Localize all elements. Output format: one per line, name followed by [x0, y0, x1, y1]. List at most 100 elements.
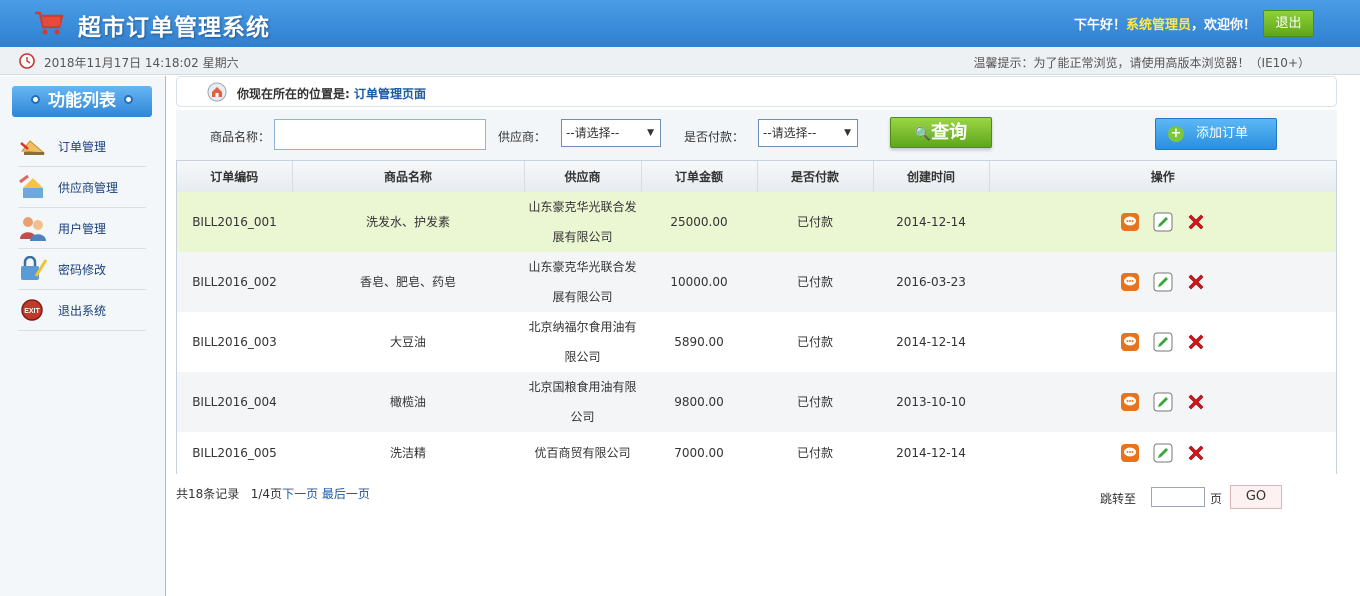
- product-name-input[interactable]: [274, 119, 486, 150]
- jump-label: 跳转至: [1100, 492, 1137, 506]
- total-records: 共18条记录: [176, 487, 240, 501]
- amount-cell: 7000.00: [641, 432, 757, 474]
- actions-cell: [989, 252, 1336, 312]
- breadcrumb-location[interactable]: 订单管理页面: [354, 87, 426, 101]
- edit-icon[interactable]: [1153, 212, 1173, 232]
- provider-cell: 优百商贸有限公司: [524, 432, 641, 474]
- delete-icon[interactable]: [1186, 443, 1206, 463]
- product-name-cell: 洗发水、护发素: [292, 192, 524, 252]
- order-code-cell: BILL2016_002: [177, 252, 292, 312]
- sidebar-item-exit[interactable]: EXIT 退出系统: [18, 290, 146, 331]
- logout-button[interactable]: 退出: [1263, 10, 1314, 37]
- go-button[interactable]: GO: [1230, 485, 1282, 509]
- provider-select[interactable]: --请选择-- ▼: [561, 119, 661, 147]
- order-code-cell: BILL2016_003: [177, 312, 292, 372]
- page-unit-label: 页: [1210, 492, 1223, 506]
- last-page-link[interactable]: 最后一页: [322, 487, 370, 501]
- users-icon: [20, 217, 46, 241]
- provider-line-1: 北京纳福尔食用油有: [528, 320, 637, 334]
- order-code-cell: BILL2016_001: [177, 192, 292, 252]
- edit-icon[interactable]: [1153, 392, 1173, 412]
- paid-label: 是否付款：: [684, 130, 745, 144]
- query-button[interactable]: 🔍查询: [890, 117, 992, 148]
- table-row: BILL2016_005 洗洁精 优百商贸有限公司 7000.00 已付款 2014-12…: [177, 432, 1336, 474]
- view-icon[interactable]: [1120, 272, 1140, 292]
- paid-status-cell: 已付款: [757, 432, 873, 474]
- sidebar-item-label: 退出系统: [58, 303, 107, 318]
- provider-line-1: 山东豪克华光联合发: [528, 200, 637, 214]
- exit-icon: EXIT: [21, 299, 43, 321]
- shopping-cart-icon: [35, 11, 64, 35]
- sidebar-item-label: 订单管理: [58, 139, 107, 154]
- view-icon[interactable]: [1120, 443, 1140, 463]
- column-header: 是否付款: [757, 161, 874, 192]
- sidebar-item-providers[interactable]: 供应商管理: [18, 167, 146, 208]
- provider-line-2: 展有限公司: [552, 290, 613, 304]
- provider-label: 供应商：: [498, 130, 547, 144]
- delete-icon[interactable]: [1186, 272, 1206, 292]
- dropdown-arrow-icon: ▼: [647, 128, 654, 138]
- actions-cell: [989, 372, 1336, 432]
- view-icon[interactable]: [1120, 332, 1140, 352]
- sidebar-item-label: 用户管理: [58, 221, 107, 236]
- add-order-button[interactable]: + 添加订单: [1155, 118, 1277, 150]
- sidebar-item-users[interactable]: 用户管理: [18, 208, 146, 249]
- table-row: BILL2016_002 香皂、肥皂、药皂 山东豪克华光联合发 展有限公司 10000.…: [177, 252, 1336, 312]
- table-row: BILL2016_004 橄榄油 北京国粮食用油有限 公司 9800.00 已付款 2013…: [177, 372, 1336, 432]
- product-name-label: 商品名称：: [210, 130, 271, 144]
- order-icon: [20, 140, 46, 155]
- created-date-cell: 2013-10-10: [873, 372, 989, 432]
- view-icon[interactable]: [1120, 392, 1140, 412]
- status-bar: 2018年11月17日 14:18:02 星期六 温馨提示：为了能正常浏览，请使…: [0, 47, 1360, 75]
- paid-select-value: --请选择--: [763, 126, 817, 140]
- orders-table: 订单编码 商品名称 供应商 订单金额 是否付款 创建时间 操作 BILL2016…: [176, 160, 1337, 474]
- username: 系统管理员: [1125, 18, 1191, 33]
- table-row: BILL2016_001 洗发水、护发素 山东豪克华光联合发 展有限公司 25000.0…: [177, 192, 1336, 252]
- edit-icon[interactable]: [1153, 332, 1173, 352]
- amount-cell: 25000.00: [641, 192, 757, 252]
- page-info: 1/4页: [250, 487, 283, 501]
- pagination: 共18条记录 1/4页下一页 最后一页: [176, 485, 370, 502]
- amount-cell: 9800.00: [641, 372, 757, 432]
- delete-icon[interactable]: [1186, 212, 1206, 232]
- sidebar-item-label: 供应商管理: [58, 180, 119, 195]
- order-code-cell: BILL2016_004: [177, 372, 292, 432]
- home-icon: [207, 82, 227, 102]
- sidebar-menu: 订单管理 供应商管理 用户管理 密码修改 EXIT 退出系统: [18, 126, 146, 331]
- edit-icon[interactable]: [1153, 272, 1173, 292]
- function-list-label: 功能列表: [48, 91, 116, 111]
- created-date-cell: 2014-12-14: [873, 312, 989, 372]
- paid-select[interactable]: --请选择-- ▼: [758, 119, 858, 147]
- breadcrumb: 你现在所在的位置是: 订单管理页面: [176, 76, 1337, 107]
- sidebar-item-label: 密码修改: [58, 262, 107, 277]
- delete-icon[interactable]: [1186, 392, 1206, 412]
- next-page-link[interactable]: 下一页: [282, 487, 318, 501]
- product-name-cell: 橄榄油: [292, 372, 524, 432]
- table-row: BILL2016_003 大豆油 北京纳福尔食用油有 限公司 5890.00 已付款 201…: [177, 312, 1336, 372]
- order-code-cell: BILL2016_005: [177, 432, 292, 474]
- app-title: 超市订单管理系统: [78, 15, 270, 41]
- edit-icon[interactable]: [1153, 443, 1173, 463]
- provider-cell: 山东豪克华光联合发 展有限公司: [524, 192, 641, 252]
- paid-status-cell: 已付款: [757, 312, 873, 372]
- paid-status-cell: 已付款: [757, 192, 873, 252]
- browser-tip: 温馨提示：为了能正常浏览，请使用高版本浏览器！（IE10+）: [973, 56, 1310, 70]
- column-header: 订单金额: [641, 161, 758, 192]
- actions-cell: [989, 192, 1336, 252]
- jump-page-input[interactable]: [1151, 487, 1205, 507]
- sidebar-item-password[interactable]: 密码修改: [18, 249, 146, 290]
- add-order-label: 添加订单: [1196, 126, 1249, 141]
- delete-icon[interactable]: [1186, 332, 1206, 352]
- created-date-cell: 2014-12-14: [873, 192, 989, 252]
- actions-cell: [989, 312, 1336, 372]
- paid-status-cell: 已付款: [757, 372, 873, 432]
- sidebar-item-orders[interactable]: 订单管理: [18, 126, 146, 167]
- view-icon[interactable]: [1120, 212, 1140, 232]
- dropdown-arrow-icon: ▼: [844, 128, 851, 138]
- actions-cell: [989, 432, 1336, 474]
- table-header-row: 订单编码 商品名称 供应商 订单金额 是否付款 创建时间 操作: [177, 161, 1336, 192]
- query-button-label: 查询: [931, 122, 968, 143]
- product-name-cell: 洗洁精: [292, 432, 524, 474]
- column-header: 供应商: [524, 161, 642, 192]
- top-header: 超市订单管理系统 下午好！系统管理员，欢迎你！ 退出: [0, 0, 1360, 47]
